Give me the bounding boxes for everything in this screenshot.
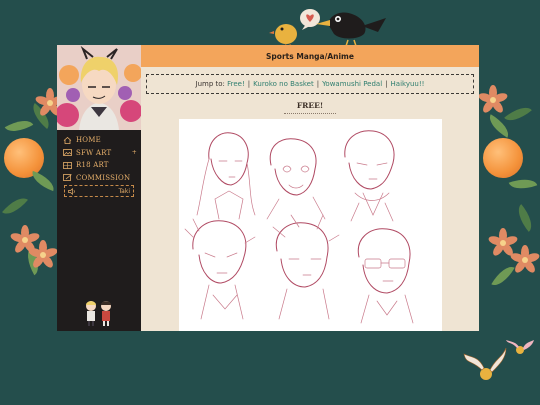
peach-decoration (4, 138, 44, 178)
flower-decoration (509, 245, 540, 275)
sidebar-nav: HOME SFW ART + R18 ART COMMISSION (63, 134, 137, 184)
jump-link-free[interactable]: Free! (227, 80, 245, 88)
jump-link-yowamushi-pedal[interactable]: Yowamushi Pedal (322, 80, 382, 88)
sidebar-item-r18-art[interactable]: R18 ART (63, 159, 137, 172)
leaf-decoration (508, 173, 538, 195)
jump-to-bar: Jump to: Free! | Kuroko no Basket | Yowa… (146, 74, 474, 94)
home-icon (63, 136, 72, 144)
chibi-character-sprite (86, 301, 96, 326)
sidebar-item-label: COMMISSION (76, 173, 131, 182)
peach-decoration (483, 138, 523, 178)
sidebar-item-home[interactable]: HOME (63, 134, 137, 147)
chibi-character-sprite (101, 301, 111, 326)
birds-illustration (269, 9, 386, 48)
flower-decoration (27, 240, 59, 270)
separator: | (385, 80, 388, 88)
golden-snitch-illustration (463, 340, 534, 380)
avatar (57, 45, 141, 130)
separator: | (316, 80, 320, 88)
sidebar-item-label: R18 ART (76, 161, 109, 170)
leaf-decoration (504, 101, 532, 127)
sidebar-item-sfw-art[interactable]: SFW ART + (63, 147, 137, 160)
leaf-decoration (28, 170, 58, 192)
sidebar-item-label: SFW ART (76, 148, 112, 157)
sidebar-item-label: HOME (76, 136, 101, 145)
edit-icon (63, 174, 72, 182)
music-player[interactable]: Taki (64, 185, 134, 197)
flower-decoration (477, 85, 509, 115)
avatar-illustration (57, 45, 141, 130)
leaf-decoration (4, 114, 34, 138)
jump-link-kuroko-no-basket[interactable]: Kuroko no Basket (253, 80, 314, 88)
separator: | (247, 80, 251, 88)
image-icon (63, 149, 72, 157)
grid-icon (63, 161, 72, 169)
expand-caret[interactable]: + (132, 149, 137, 156)
speaker-icon[interactable] (68, 187, 76, 195)
sidebar: HOME SFW ART + R18 ART COMMISSION Taki (57, 45, 141, 331)
page-header: Sports Manga/Anime (141, 45, 479, 67)
jump-link-haikyuu[interactable]: Haikyuu!! (391, 80, 425, 88)
artwork-image[interactable] (179, 119, 442, 331)
page-title: Sports Manga/Anime (266, 51, 354, 61)
sidebar-item-commission[interactable]: COMMISSION (63, 172, 137, 185)
section-title: FREE! (146, 101, 474, 114)
music-track-name: Taki (118, 187, 131, 195)
leaf-decoration (2, 192, 28, 220)
main-frame: HOME SFW ART + R18 ART COMMISSION Taki S… (57, 45, 479, 331)
character-sketch-illustration (184, 130, 414, 324)
jump-label: Jump to: (195, 80, 225, 88)
